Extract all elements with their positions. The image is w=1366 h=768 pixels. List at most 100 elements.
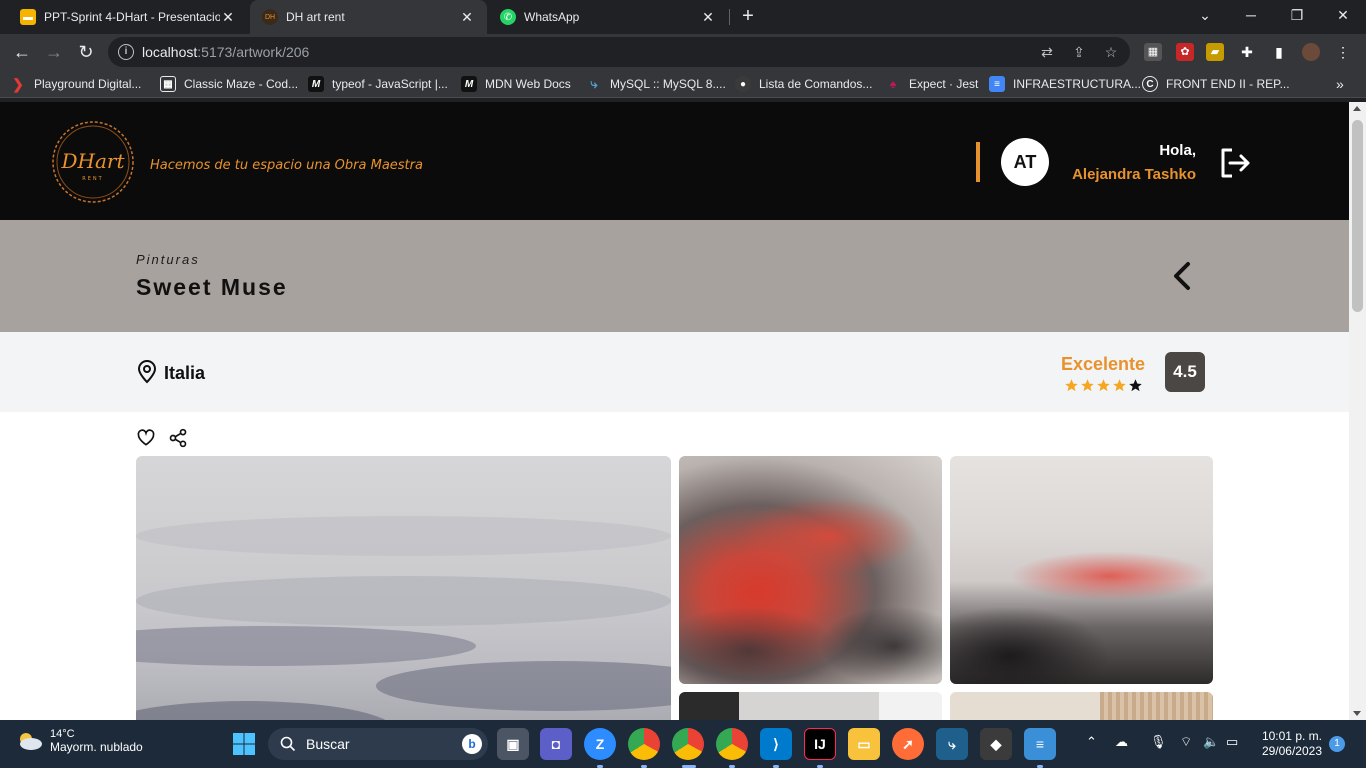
docs-icon: ≡ xyxy=(989,76,1005,92)
gallery-thumbnail[interactable] xyxy=(950,692,1213,720)
site-icon: C xyxy=(1142,76,1158,92)
cloud-icon xyxy=(20,733,42,750)
tab-presentation[interactable]: ▬ PPT-Sprint 4-DHart - Presentacio ✕ xyxy=(8,0,248,34)
location-pin-icon xyxy=(137,360,157,384)
page-viewport: DHart RENT Hacemos de tu espacio una Obr… xyxy=(0,102,1349,720)
more-menu-icon[interactable]: ⋮ xyxy=(1334,43,1352,61)
painting-texture xyxy=(739,496,919,576)
windows-taskbar: 14°C Mayorm. nublado Buscar b ▣ ◘ Z ⟩ IJ… xyxy=(0,720,1366,768)
chrome-icon[interactable] xyxy=(716,728,748,760)
user-avatar[interactable]: AT xyxy=(1001,138,1049,186)
slides-icon: ▬ xyxy=(20,9,36,25)
wifi-icon[interactable]: ⌔ xyxy=(1180,734,1192,750)
postman-icon[interactable]: ➚ xyxy=(892,728,924,760)
clock-time: 10:01 p. m. xyxy=(1261,729,1322,743)
teams-icon[interactable]: ◘ xyxy=(540,728,572,760)
bookmark-item[interactable]: ≡ INFRAESTRUCTURA... xyxy=(989,75,1141,93)
reload-icon[interactable]: ↻ xyxy=(72,38,100,66)
painting-texture xyxy=(136,626,476,666)
maximize-button[interactable]: ❐ xyxy=(1274,0,1320,30)
new-tab-button[interactable]: + xyxy=(736,4,760,28)
volume-icon[interactable]: 🔈 xyxy=(1203,734,1219,750)
logout-icon[interactable] xyxy=(1218,146,1252,180)
gallery-thumbnail[interactable] xyxy=(679,456,942,684)
painting-texture xyxy=(136,701,396,720)
close-icon[interactable]: ✕ xyxy=(220,9,236,26)
bookmark-item[interactable]: C FRONT END II - REP... xyxy=(1142,75,1290,93)
url-text[interactable]: localhost:5173/artwork/206 xyxy=(142,44,309,60)
playground-icon: ❯ xyxy=(12,75,24,92)
windows-start-icon[interactable] xyxy=(232,732,256,756)
gallery-thumbnail[interactable] xyxy=(679,692,942,720)
scroll-up-icon[interactable] xyxy=(1353,106,1361,111)
bookmarks-overflow-icon[interactable]: » xyxy=(1336,75,1344,93)
close-window-button[interactable]: ✕ xyxy=(1320,0,1366,30)
puzzle-icon[interactable]: ✚ xyxy=(1238,43,1256,61)
tab-dh-art-rent[interactable]: DH DH art rent ✕ xyxy=(250,0,487,34)
gallery-thumbnail[interactable] xyxy=(950,456,1213,684)
zoom-icon[interactable]: Z xyxy=(584,728,616,760)
scroll-down-icon[interactable] xyxy=(1353,711,1361,716)
dhart-logo[interactable]: DHart RENT xyxy=(48,118,138,206)
onedrive-icon[interactable]: ☁ xyxy=(1115,734,1128,750)
side-panel-icon[interactable]: ▮ xyxy=(1270,43,1288,61)
system-clock[interactable]: 10:01 p. m. 29/06/2023 xyxy=(1262,729,1322,759)
svg-text:RENT: RENT xyxy=(82,176,103,182)
tab-whatsapp[interactable]: ✆ WhatsApp ✕ xyxy=(488,0,728,34)
git-icon[interactable]: ◆ xyxy=(980,728,1012,760)
close-icon[interactable]: ✕ xyxy=(700,9,716,26)
battery-icon[interactable]: ▭ xyxy=(1226,734,1238,750)
notepad-icon[interactable]: ≡ xyxy=(1024,728,1056,760)
forward-icon[interactable]: → xyxy=(40,38,68,66)
minimize-button[interactable]: ─ xyxy=(1228,0,1274,30)
chevron-up-icon[interactable]: ⌃ xyxy=(1086,734,1097,750)
intellij-icon[interactable]: IJ xyxy=(804,728,836,760)
extension-icon[interactable]: ▦ xyxy=(1144,43,1162,61)
bookmark-item[interactable]: ● Lista de Comandos... xyxy=(735,75,872,93)
svg-text:DHart: DHart xyxy=(61,149,126,173)
painting-texture xyxy=(819,606,942,684)
translate-icon[interactable]: ⇄ xyxy=(1038,43,1056,61)
extension-icon[interactable]: ✿ xyxy=(1176,43,1194,61)
close-icon[interactable]: ✕ xyxy=(459,9,475,26)
vscode-icon[interactable]: ⟩ xyxy=(760,728,792,760)
artwork-actions xyxy=(136,428,188,448)
folder-icon[interactable]: ▭ xyxy=(848,728,880,760)
chrome-icon[interactable] xyxy=(628,728,660,760)
heart-icon[interactable] xyxy=(136,428,156,448)
bookmark-item[interactable]: Mtypeof - JavaScript |... xyxy=(308,75,448,93)
scrollbar-thumb[interactable] xyxy=(1352,120,1363,312)
bookmarks-bar: ❯ Playground Digital... ▦ Classic Maze - C… xyxy=(0,70,1366,98)
tab-search-icon[interactable]: ⌄ xyxy=(1182,0,1228,30)
mysql-icon: ⤷ xyxy=(590,76,598,91)
tab-title: PPT-Sprint 4-DHart - Presentacio xyxy=(44,10,220,24)
share-icon[interactable]: ⇪ xyxy=(1070,43,1088,61)
bookmark-item[interactable]: ♠ Expect · Jest xyxy=(885,75,979,93)
weather-widget[interactable]: 14°C Mayorm. nublado xyxy=(16,728,143,754)
taskbar-search[interactable]: Buscar b xyxy=(268,728,488,760)
chrome-icon[interactable] xyxy=(672,728,704,760)
share-icon[interactable] xyxy=(168,428,188,448)
microphone-icon[interactable]: 🎙 xyxy=(1150,734,1167,750)
notification-badge[interactable]: 1 xyxy=(1329,736,1345,752)
back-icon[interactable]: ← xyxy=(8,38,36,66)
bookmark-item[interactable]: ⤷ MySQL :: MySQL 8.... xyxy=(586,75,725,93)
gallery-main-image[interactable] xyxy=(136,456,671,720)
site-info-icon[interactable]: i xyxy=(118,44,134,60)
bookmark-item[interactable]: ❯ Playground Digital... xyxy=(10,75,141,93)
extension-icon[interactable]: ▰ xyxy=(1206,43,1224,61)
bookmark-item[interactable]: ▦ Classic Maze - Cod... xyxy=(160,75,298,93)
painting-texture xyxy=(1010,551,1210,601)
address-bar[interactable]: i localhost:5173/artwork/206 ⇄ ⇪ ☆ xyxy=(108,37,1130,67)
mysql-workbench-icon[interactable]: ⤷ xyxy=(936,728,968,760)
bing-icon[interactable]: b xyxy=(462,734,482,754)
bookmark-star-icon[interactable]: ☆ xyxy=(1102,43,1120,61)
page-scrollbar[interactable] xyxy=(1349,102,1366,720)
mdn-icon: M xyxy=(461,76,477,92)
bookmark-item[interactable]: M MDN Web Docs xyxy=(461,75,571,93)
artwork-info-band: Italia Excelente 4.5 xyxy=(0,332,1349,412)
greeting: Hola, xyxy=(1159,142,1196,159)
profile-avatar[interactable] xyxy=(1302,43,1320,61)
chevron-left-icon[interactable] xyxy=(1168,260,1196,292)
task-view-icon[interactable]: ▣ xyxy=(497,728,529,760)
